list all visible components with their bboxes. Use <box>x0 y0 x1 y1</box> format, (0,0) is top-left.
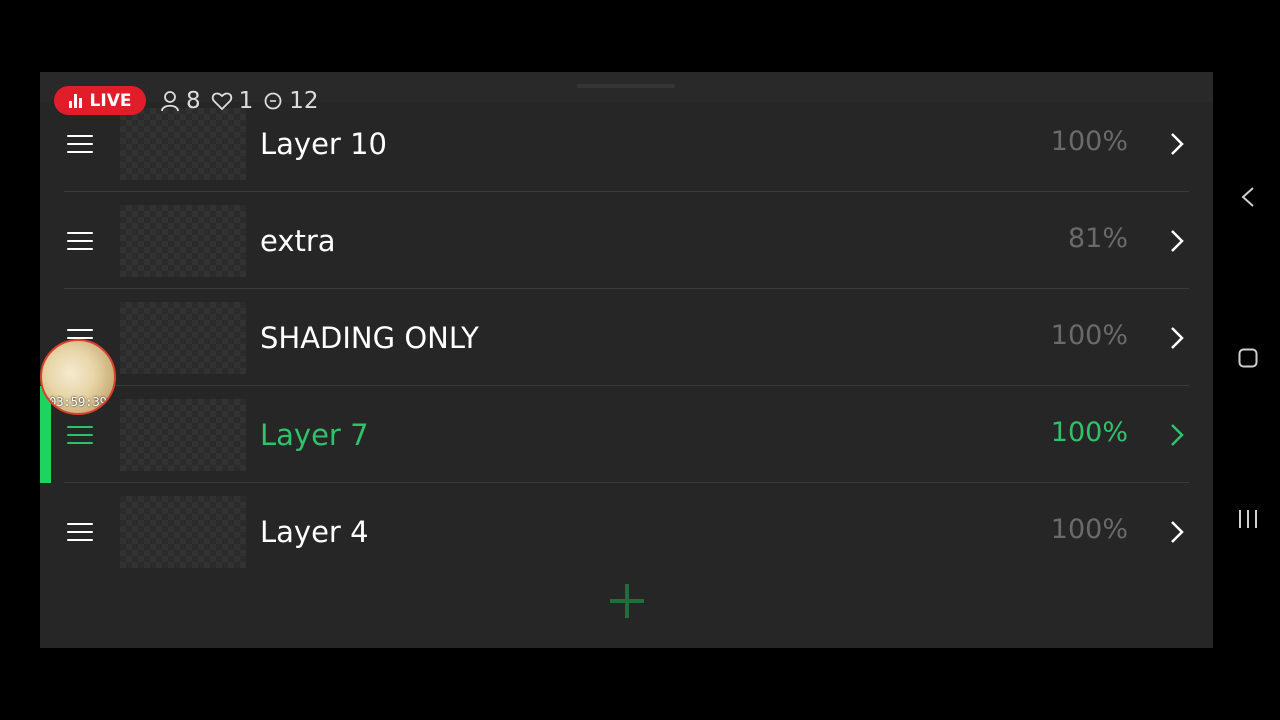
comment-count-value: 12 <box>289 87 319 114</box>
layer-thumbnail <box>120 204 246 277</box>
layer-row-layer-7[interactable]: Layer 7 100% <box>40 386 1213 483</box>
comment-icon <box>264 92 282 109</box>
layer-opacity: 81% <box>1067 222 1128 254</box>
chevron-right-icon[interactable] <box>1167 423 1187 447</box>
layer-name: extra <box>260 223 336 258</box>
layer-name: SHADING ONLY <box>260 320 479 355</box>
reorder-handle-icon[interactable] <box>64 230 96 252</box>
layer-opacity: 100% <box>1050 125 1128 157</box>
live-badge: LIVE <box>54 86 146 115</box>
like-count: 1 <box>211 87 254 114</box>
back-icon[interactable] <box>1240 186 1256 208</box>
reorder-handle-icon[interactable] <box>64 424 96 446</box>
recording-timer: 03:59:39 <box>49 395 107 409</box>
recents-icon[interactable] <box>1237 508 1259 530</box>
layer-opacity: 100% <box>1050 513 1128 545</box>
heart-icon <box>211 92 232 110</box>
layers-panel: Layer 10 100% extra 81% SHADING ONLY 100… <box>40 72 1213 648</box>
layer-opacity: 100% <box>1050 416 1128 448</box>
layer-row-extra[interactable]: extra 81% <box>40 192 1213 289</box>
floating-recorder-avatar[interactable]: 03:59:39 <box>40 339 116 415</box>
chevron-right-icon[interactable] <box>1167 132 1187 156</box>
panel-drag-handle[interactable] <box>577 84 675 88</box>
viewer-count-value: 8 <box>186 87 201 114</box>
chevron-right-icon[interactable] <box>1167 326 1187 350</box>
live-badge-label: LIVE <box>89 90 132 111</box>
layer-name: Layer 4 <box>260 514 369 549</box>
like-count-value: 1 <box>238 87 254 114</box>
home-icon[interactable] <box>1238 348 1258 368</box>
chevron-right-icon[interactable] <box>1167 520 1187 544</box>
reorder-handle-icon[interactable] <box>64 133 96 155</box>
layer-thumbnail <box>120 107 246 180</box>
layer-name: Layer 7 <box>260 417 369 452</box>
layer-row-layer-4[interactable]: Layer 4 100% <box>40 483 1213 580</box>
layer-opacity: 100% <box>1050 319 1128 351</box>
viewer-count: 8 <box>160 88 201 114</box>
layer-thumbnail <box>120 301 246 374</box>
viewer-icon <box>161 90 179 111</box>
chevron-right-icon[interactable] <box>1167 229 1187 253</box>
layer-thumbnail <box>120 495 246 568</box>
reorder-handle-icon[interactable] <box>64 521 96 543</box>
live-stats: 8 1 12 <box>160 86 329 115</box>
comment-count: 12 <box>263 87 319 114</box>
live-bars-icon <box>68 93 84 108</box>
layer-row-shading-only[interactable]: SHADING ONLY 100% <box>40 289 1213 386</box>
layer-name: Layer 10 <box>260 126 387 161</box>
layer-thumbnail <box>120 398 246 471</box>
add-layer-plus-icon[interactable] <box>610 584 644 618</box>
